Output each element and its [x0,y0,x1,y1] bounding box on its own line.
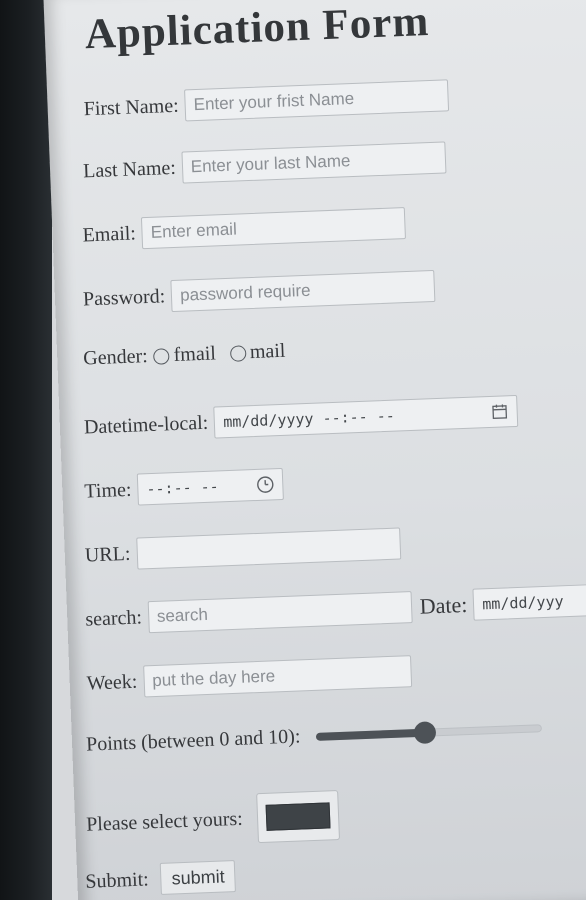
datetime-local-placeholder: mm/dd/yyyy --:-- -- [222,406,396,432]
submit-button-label: submit [171,865,226,888]
datetime-local-label: Datetime-local: [83,411,209,439]
week-input[interactable]: put the day here [142,655,412,698]
points-slider-fill [316,728,425,741]
points-row: Points (between 0 and 10): [86,716,543,757]
time-row: Time: --:-- -- [83,467,284,508]
email-input[interactable]: Enter email [141,207,407,250]
datetime-local-row: Datetime-local: mm/dd/yyyy --:-- -- [83,394,519,444]
search-date-row: search: search Date: mm/dd/yyy [84,583,586,636]
password-label: Password: [82,284,166,310]
last-name-row: Last Name: Enter your last Name [83,141,447,187]
search-input[interactable]: search [147,591,413,634]
url-input[interactable] [135,527,401,570]
url-row: URL: [84,527,401,571]
week-row: Week: put the day here [86,655,412,699]
points-slider[interactable] [316,720,543,745]
week-label: Week: [86,670,138,695]
url-label: URL: [84,542,131,567]
clock-icon[interactable] [256,475,275,494]
time-placeholder: --:-- -- [146,477,219,499]
color-swatch [265,802,331,831]
color-picker[interactable] [255,790,340,844]
radio-button-fmail[interactable] [153,347,171,365]
gender-option-mail-label: mail [249,339,286,364]
date-label: Date: [419,591,468,619]
first-name-label: First Name: [83,94,180,120]
gender-label: Gender: [82,345,149,370]
date-input[interactable]: mm/dd/yyy [472,583,586,621]
color-label: Please select yours: [85,807,244,836]
gender-row: Gender: fmail mail [83,339,300,370]
password-row: Password: password require [82,269,436,315]
radio-button-mail[interactable] [229,344,247,362]
datetime-local-input[interactable]: mm/dd/yyyy --:-- -- [213,394,519,439]
week-placeholder: put the day here [151,666,276,691]
date-placeholder: mm/dd/yyy [481,592,564,614]
screen-left-bezel [0,0,52,900]
points-slider-thumb[interactable] [413,720,437,744]
points-label: Points (between 0 and 10): [85,725,301,756]
gender-option-mail[interactable]: mail [229,339,286,365]
submit-label: Submit: [84,867,150,893]
time-label: Time: [83,478,132,503]
last-name-input[interactable]: Enter your last Name [181,141,447,184]
gender-option-fmail-label: fmail [173,342,217,367]
email-label: Email: [82,221,137,246]
search-placeholder: search [156,604,209,626]
password-placeholder: password require [179,280,311,305]
page-title: Application Form [83,0,431,59]
gender-option-fmail[interactable]: fmail [153,342,216,367]
calendar-icon[interactable] [491,402,510,421]
application-form-page: Application Form First Name: Enter your … [43,0,586,900]
submit-button[interactable]: submit [160,860,237,895]
time-input[interactable]: --:-- -- [136,467,284,506]
email-placeholder: Enter email [150,219,238,242]
last-name-label: Last Name: [82,156,177,182]
color-row: Please select yours: [85,790,340,850]
first-name-placeholder: Enter your frist Name [193,88,355,115]
password-input[interactable]: password require [170,269,436,313]
email-row: Email: Enter email [82,207,407,251]
first-name-input[interactable]: Enter your frist Name [184,79,450,122]
first-name-row: First Name: Enter your frist Name [83,79,450,125]
search-label: search: [84,605,143,631]
submit-row: Submit: submit [84,860,237,898]
last-name-placeholder: Enter your last Name [190,151,351,177]
